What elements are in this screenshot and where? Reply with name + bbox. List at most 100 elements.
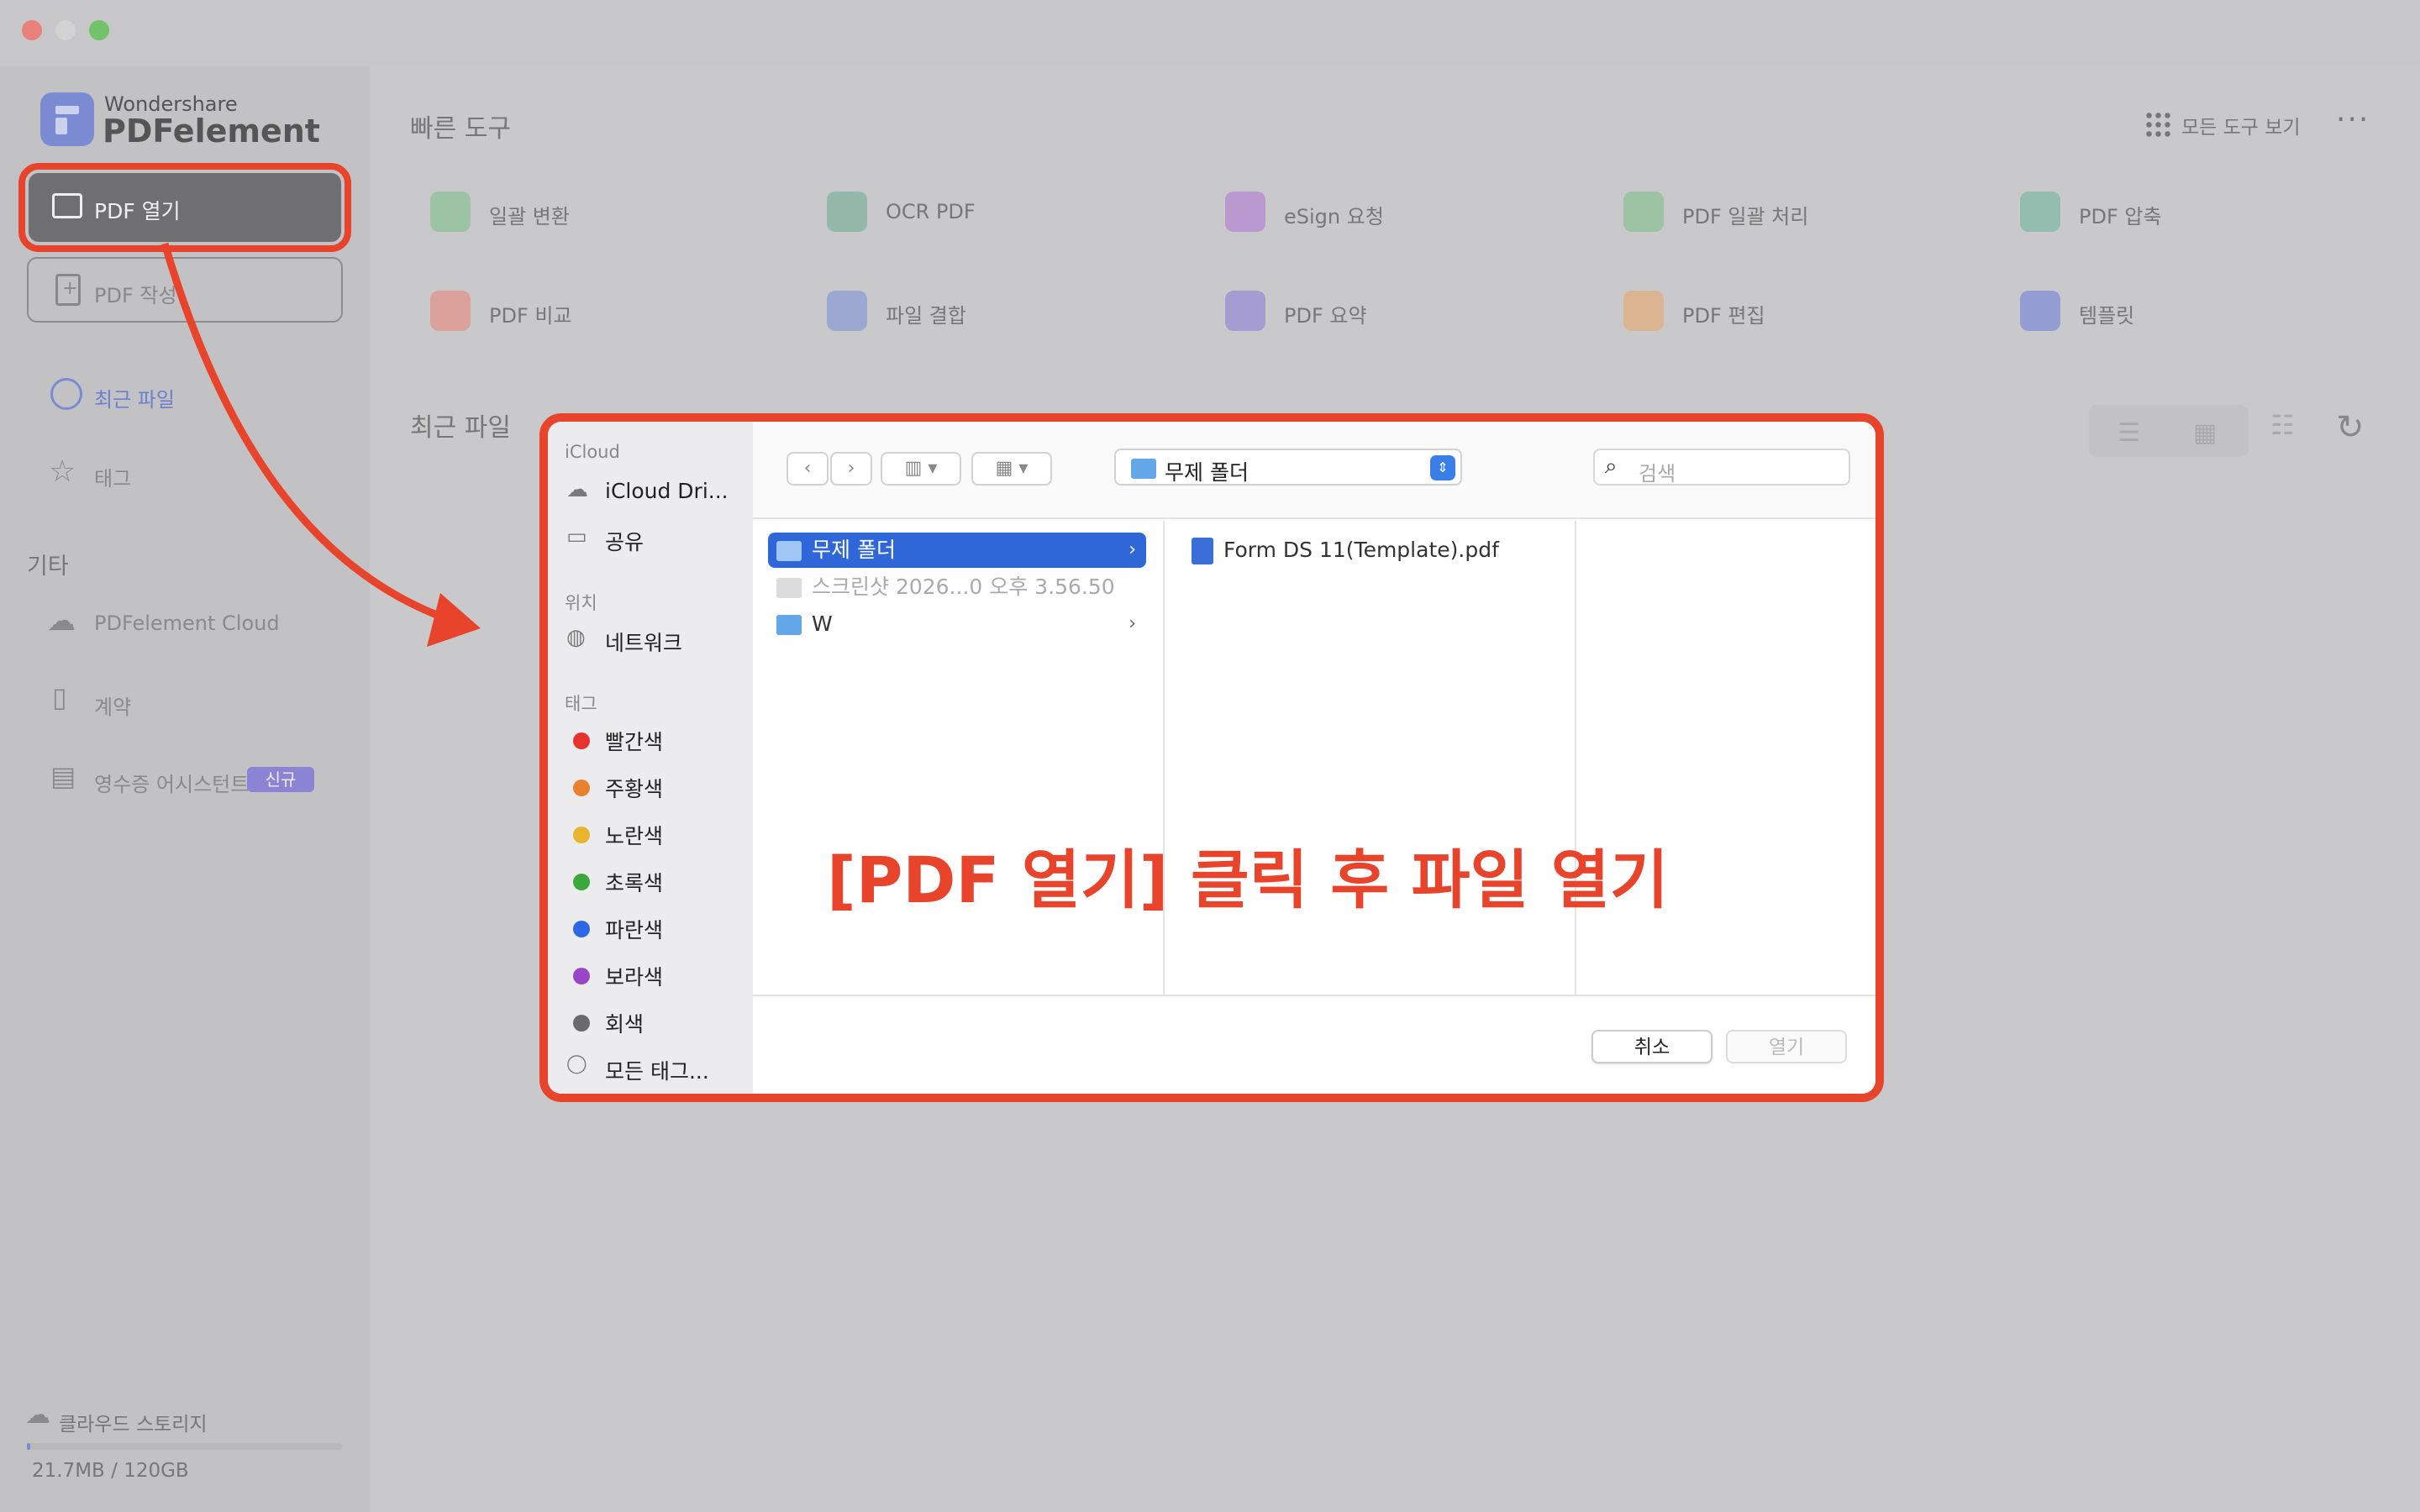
tool-label: PDF 일괄 처리 [1682,205,1809,228]
chevron-right-icon: › [1128,539,1136,560]
tag-orange[interactable]: 주황색 [605,773,663,803]
cloud-storage-label: 클라우드 스토리지 [59,1414,208,1436]
cloud-icon: ☁ [47,604,76,638]
new-badge: 신규 [247,767,314,792]
sidebar-item-shared[interactable]: 공유 [605,526,644,556]
refresh-icon[interactable]: ↻ [2336,408,2365,447]
tags-section: 태그 [565,694,597,714]
filter-icon[interactable]: ☷ [2270,412,2295,438]
dialog-footer: 취소 열기 [753,995,1876,1094]
browser-column-2: Form DS 11(Template).pdf [1165,521,1576,995]
star-icon: ☆ [49,454,76,489]
close-window-button[interactable] [22,20,42,40]
window-titlebar [0,0,2420,66]
folder-icon [52,193,82,218]
tag-blue[interactable]: 파란색 [605,914,663,944]
search-placeholder: 검색 [1639,462,1676,486]
batch-convert-icon [430,192,471,232]
tag-purple[interactable]: 보라색 [605,961,663,991]
quick-tools-title: 빠른 도구 [410,114,511,144]
create-pdf-label: PDF 작성 [94,284,177,307]
search-field[interactable]: ⌕ 검색 [1593,449,1850,486]
list-item[interactable]: 무제 폴더 › [768,533,1146,568]
grid-icon [2144,111,2171,138]
folder-icon [776,541,802,561]
open-pdf-button[interactable]: PDF 열기 [18,163,351,252]
orange-tag-icon [573,780,590,796]
path-popup[interactable]: 무제 폴더 ⇕ [1114,449,1462,486]
cloud-storage-icon: ☁ [25,1400,50,1430]
edit-icon [1623,291,1664,331]
column-view-button[interactable]: ▥ ▾ [881,452,961,486]
tool-label: OCR PDF [886,200,976,223]
red-tag-icon [573,732,590,749]
list-item[interactable]: 스크린샷 2026...0 오후 3.56.50 [768,570,1146,605]
annotation-caption: [PDF 열기] 클릭 후 파일 열기 [827,843,1669,917]
tag-yellow[interactable]: 노란색 [605,820,663,850]
purple-tag-icon [573,968,590,984]
tool-label: 파일 결합 [886,304,966,328]
browser-column-1: 무제 폴더 › 스크린샷 2026...0 오후 3.56.50 W › [753,521,1165,995]
sidebar-item-network[interactable]: 네트워크 [605,627,682,657]
cancel-button[interactable]: 취소 [1591,1030,1712,1063]
list-view-icon[interactable]: ☰ [2118,418,2140,448]
create-pdf-button[interactable]: PDF 작성 [27,257,343,323]
item-label: 스크린샷 2026...0 오후 3.56.50 [812,575,1115,599]
ocr-icon [827,192,867,232]
sidebar-item-contract[interactable]: 계약 [94,690,131,720]
tool-label: eSign 요청 [1284,205,1384,228]
popup-arrows-icon: ⇕ [1430,455,1455,480]
tool-label: 일괄 변환 [489,205,570,228]
tag-green[interactable]: 초록색 [605,867,663,897]
all-tags[interactable]: 모든 태그... [605,1055,709,1085]
open-file-dialog: iCloud ☁ iCloud Dri... ▭ 공유 위치 ◍ 네트워크 태그… [548,422,1876,1094]
maximize-window-button[interactable] [89,20,109,40]
open-button[interactable]: 열기 [1726,1030,1847,1063]
recent-files-title: 최근 파일 [410,413,511,443]
merge-icon [827,291,867,331]
minimize-window-button[interactable] [55,20,76,40]
list-item[interactable]: Form DS 11(Template).pdf [1180,533,1558,568]
location-section: 위치 [565,593,597,613]
template-icon [2020,291,2060,331]
summarize-icon [1225,291,1265,331]
brand-name: PDFelement [103,113,320,150]
folder-icon [1131,459,1156,479]
tool-label: PDF 비교 [489,304,572,328]
tool-label: 템플릿 [2079,304,2135,328]
folder-icon [776,615,802,635]
tool-label: PDF 요약 [1284,304,1367,328]
storage-progress-bar [27,1443,343,1450]
tool-label: PDF 편집 [1682,304,1765,328]
compress-icon [2020,192,2060,232]
green-tag-icon [573,874,590,890]
grid-view-icon[interactable]: ▦ [2193,418,2217,448]
all-tools-link[interactable]: 모든 도구 보기 [2181,111,2301,139]
dialog-toolbar: ‹ › ▥ ▾ ▦ ▾ 무제 폴더 ⇕ ⌕ 검색 [753,422,1876,519]
list-item[interactable]: W › [768,606,1146,642]
pdfelement-logo-icon [40,92,94,146]
network-globe-icon: ◍ [566,625,586,650]
sidebar-item-receipt[interactable]: 영수증 어시스턴트 [94,768,249,797]
tool-label: PDF 압축 [2079,205,2162,228]
new-document-icon [55,274,81,306]
sidebar-item-tags[interactable]: 태그 [94,462,131,491]
back-button[interactable]: ‹ [786,452,829,486]
contract-icon: ▯ [52,681,67,713]
blue-tag-icon [573,921,590,937]
compare-icon [430,291,471,331]
section-other-heading: 기타 [27,554,69,580]
icloud-section: iCloud [565,442,620,462]
sidebar-item-icloud-drive[interactable]: iCloud Dri... [605,479,729,503]
forward-button[interactable]: › [830,452,872,486]
tag-gray[interactable]: 회색 [605,1008,644,1038]
more-options-icon[interactable]: ··· [2336,102,2370,137]
batch-process-icon [1623,192,1664,232]
view-toggle: ☰ ▦ [2089,405,2249,457]
clock-icon [50,378,82,410]
group-view-button[interactable]: ▦ ▾ [971,452,1052,486]
sidebar-item-cloud[interactable]: PDFelement Cloud [94,612,280,635]
receipt-icon: ▤ [50,760,76,792]
tag-red[interactable]: 빨간색 [605,726,663,756]
sidebar-item-recent[interactable]: 최근 파일 [94,383,175,412]
